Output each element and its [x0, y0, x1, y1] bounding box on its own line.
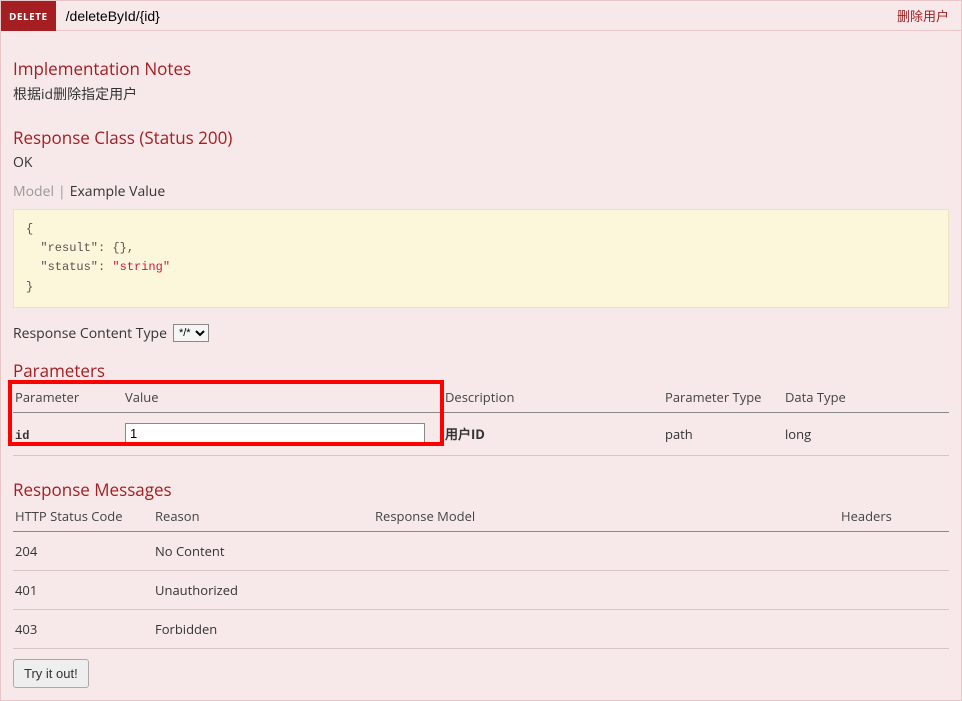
response-tabs: Model|Example Value [13, 182, 949, 201]
param-value-input[interactable] [125, 423, 425, 445]
response-class-heading: Response Class (Status 200) [13, 126, 949, 149]
resp-code: 204 [13, 531, 153, 570]
params-header-description: Description [443, 384, 663, 413]
http-method-badge: DELETE [1, 1, 56, 31]
try-it-out-button[interactable]: Try it out! [13, 659, 89, 688]
resp-header-reason: Reason [153, 503, 373, 532]
operation-header[interactable]: DELETE /deleteById/{id} 删除用户 [1, 1, 961, 31]
table-row: 401 Unauthorized [13, 570, 949, 609]
param-description: 用户ID [445, 425, 485, 443]
resp-headers [839, 570, 949, 609]
response-content-type-label: Response Content Type [13, 324, 167, 343]
implementation-notes-heading: Implementation Notes [13, 57, 949, 80]
example-line: } [26, 280, 33, 294]
params-header-parameter: Parameter [13, 384, 123, 413]
tab-example-value[interactable]: Example Value [70, 182, 170, 201]
response-content-type-select[interactable]: */* [173, 324, 209, 342]
example-line: "status" [26, 260, 98, 274]
param-type: path [663, 412, 783, 455]
table-row: 204 No Content [13, 531, 949, 570]
response-messages-table: HTTP Status Code Reason Response Model H… [13, 503, 949, 649]
resp-code: 403 [13, 609, 153, 648]
example-line: { [26, 222, 33, 236]
param-data-type: long [783, 412, 949, 455]
resp-header-model: Response Model [373, 503, 839, 532]
example-line: : {}, [98, 241, 134, 255]
example-line: "result" [26, 241, 98, 255]
resp-reason: Forbidden [153, 609, 373, 648]
response-content-type-row: Response Content Type */* [13, 324, 949, 343]
resp-model [373, 570, 839, 609]
example-line: : [98, 260, 112, 274]
response-class-status: OK [13, 153, 949, 172]
params-header-ptype: Parameter Type [663, 384, 783, 413]
resp-model [373, 609, 839, 648]
table-row: id 用户ID path long [13, 412, 949, 455]
response-messages-heading: Response Messages [13, 478, 949, 501]
tab-separator: | [58, 182, 70, 201]
parameters-heading: Parameters [13, 359, 949, 382]
resp-headers [839, 531, 949, 570]
params-header-value: Value [123, 384, 443, 413]
resp-reason: Unauthorized [153, 570, 373, 609]
params-header-dtype: Data Type [783, 384, 949, 413]
implementation-notes-text: 根据id删除指定用户 [13, 84, 949, 104]
resp-headers [839, 609, 949, 648]
resp-header-code: HTTP Status Code [13, 503, 153, 532]
resp-model [373, 531, 839, 570]
resp-code: 401 [13, 570, 153, 609]
param-name: id [15, 429, 29, 443]
parameters-table-wrap: Parameter Value Description Parameter Ty… [13, 384, 949, 456]
example-line: "string" [112, 260, 170, 274]
parameters-table: Parameter Value Description Parameter Ty… [13, 384, 949, 456]
operation-panel: DELETE /deleteById/{id} 删除用户 Implementat… [0, 0, 962, 701]
example-value-box[interactable]: { "result": {}, "status": "string" } [13, 209, 949, 308]
tab-model[interactable]: Model [13, 182, 58, 201]
operation-path: /deleteById/{id} [56, 8, 897, 24]
operation-summary: 删除用户 [897, 6, 961, 25]
resp-reason: No Content [153, 531, 373, 570]
operation-body: Implementation Notes 根据id删除指定用户 Response… [1, 31, 961, 700]
resp-header-headers: Headers [839, 503, 949, 532]
table-row: 403 Forbidden [13, 609, 949, 648]
